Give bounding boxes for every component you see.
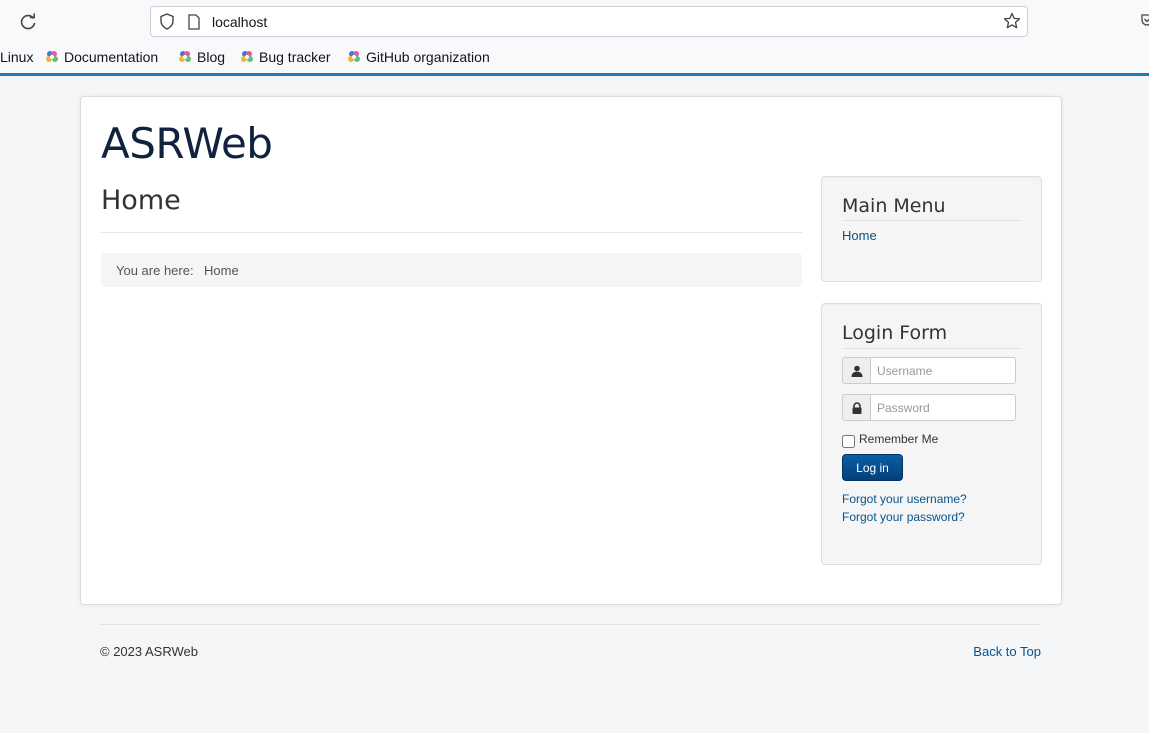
footer-divider: [100, 624, 1041, 625]
bookmark-bug-tracker[interactable]: Bug tracker: [239, 49, 331, 65]
forgot-username-link[interactable]: Forgot your username?: [842, 492, 967, 506]
password-row: [842, 394, 1016, 421]
bookmark-blog[interactable]: Blog: [177, 49, 225, 65]
footer-copyright: © 2023 ASRWeb: [100, 644, 198, 659]
page-title: Home: [101, 185, 181, 216]
bookmark-label: Linux: [0, 49, 34, 65]
username-row: [842, 357, 1016, 384]
favicon-icon: [46, 51, 58, 62]
remember-me-label: Remember Me: [859, 432, 939, 446]
address-bar[interactable]: localhost: [150, 6, 1028, 37]
browser-toolbar: localhost: [0, 0, 1149, 44]
login-button[interactable]: Log in: [842, 454, 903, 481]
lock-icon: [852, 401, 861, 414]
module-divider: [842, 220, 1021, 221]
breadcrumb: You are here: Home: [101, 253, 802, 287]
bookmarks-bar: Linux Documentation Blog Bug tracker Git…: [0, 44, 1149, 73]
login-form-title: Login Form: [842, 322, 948, 344]
login-form-module: Login Form Remember Me Log in Forgot you…: [821, 303, 1042, 565]
breadcrumb-item-home: Home: [204, 263, 239, 278]
module-divider: [842, 348, 1021, 349]
bookmark-label: Bug tracker: [259, 49, 331, 65]
favicon-icon: [241, 51, 253, 62]
site-container: ASRWeb Home You are here: Home Main Menu…: [80, 96, 1062, 605]
shield-icon[interactable]: [159, 13, 175, 30]
favicon-icon: [348, 51, 360, 62]
main-menu-title: Main Menu: [842, 195, 946, 217]
bookmark-documentation[interactable]: Documentation: [44, 49, 158, 65]
password-input[interactable]: [870, 394, 1016, 421]
back-to-top-link[interactable]: Back to Top: [973, 644, 1041, 659]
breadcrumb-label: You are here:: [116, 263, 194, 278]
page-icon[interactable]: [187, 14, 201, 30]
pocket-icon[interactable]: [1140, 12, 1149, 28]
lock-icon-addon: [842, 394, 870, 421]
reload-icon[interactable]: [17, 11, 39, 33]
username-input[interactable]: [870, 357, 1016, 384]
bookmark-linux[interactable]: Linux: [0, 49, 33, 65]
site-accent-bar: [0, 73, 1149, 76]
user-icon: [851, 365, 862, 377]
user-icon-addon: [842, 357, 870, 384]
forgot-password-link[interactable]: Forgot your password?: [842, 510, 965, 524]
title-divider: [101, 232, 802, 233]
bookmark-star-icon[interactable]: [1003, 12, 1021, 30]
menu-item-home[interactable]: Home: [842, 228, 877, 243]
favicon-icon: [179, 51, 191, 62]
bookmark-label: Documentation: [64, 49, 159, 65]
url-text[interactable]: localhost: [212, 14, 267, 30]
bookmark-label: Blog: [197, 49, 226, 65]
bookmark-github-organization[interactable]: GitHub organization: [346, 49, 490, 65]
main-menu-module: Main Menu Home: [821, 176, 1042, 282]
remember-me[interactable]: Remember Me: [842, 432, 938, 448]
remember-me-checkbox[interactable]: [842, 435, 855, 448]
site-brand[interactable]: ASRWeb: [101, 119, 273, 168]
bookmark-label: GitHub organization: [366, 49, 490, 65]
